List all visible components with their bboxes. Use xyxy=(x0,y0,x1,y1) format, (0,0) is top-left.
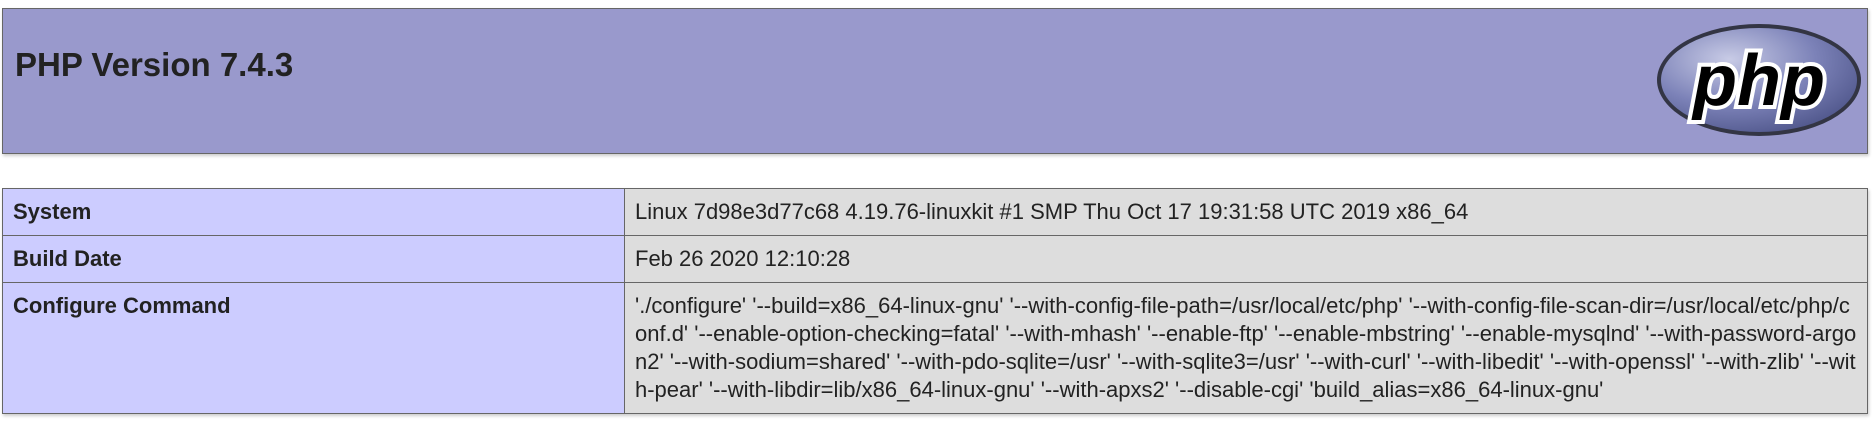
row-key-build-date: Build Date xyxy=(2,235,625,283)
table-row: System Linux 7d98e3d77c68 4.19.76-linuxk… xyxy=(2,188,1868,236)
table-row: Configure Command './configure' '--build… xyxy=(2,282,1868,414)
row-value-system: Linux 7d98e3d77c68 4.19.76-linuxkit #1 S… xyxy=(624,188,1868,236)
php-logo-text: php xyxy=(1691,41,1825,121)
php-logo-icon: php php xyxy=(1657,24,1861,136)
php-logo: php php xyxy=(1653,17,1865,150)
row-key-configure-command: Configure Command xyxy=(2,282,625,414)
table-row: Build Date Feb 26 2020 12:10:28 xyxy=(2,235,1868,283)
php-version-header: PHP Version 7.4.3 php php xyxy=(2,8,1868,154)
info-table: System Linux 7d98e3d77c68 4.19.76-linuxk… xyxy=(2,188,1868,414)
page-title: PHP Version 7.4.3 xyxy=(15,46,294,83)
row-value-build-date: Feb 26 2020 12:10:28 xyxy=(624,235,1868,283)
row-value-configure-command: './configure' '--build=x86_64-linux-gnu'… xyxy=(624,282,1868,414)
row-key-system: System xyxy=(2,188,625,236)
